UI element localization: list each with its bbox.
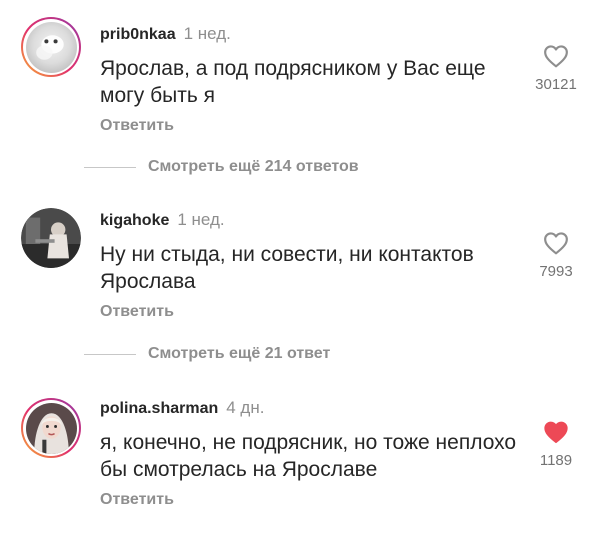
- avatar[interactable]: [21, 398, 81, 458]
- timestamp: 1 нед.: [183, 24, 231, 43]
- username[interactable]: prib0nkaa: [100, 26, 176, 43]
- comment-text: я, конечно, не подрясник, но тоже неплох…: [100, 431, 517, 481]
- reply-button[interactable]: Ответить: [100, 117, 174, 135]
- timestamp: 4 дн.: [226, 398, 265, 417]
- comment-meta: prib0nkaa 1 нед.: [100, 24, 231, 45]
- username[interactable]: polina.sharman: [100, 400, 218, 417]
- view-more-label: Смотреть ещё 214 ответов: [148, 158, 359, 175]
- divider-line: [84, 166, 136, 168]
- view-more-replies[interactable]: Смотреть ещё 21 ответ: [84, 344, 330, 364]
- like-control: 7993: [526, 231, 586, 280]
- like-control: 30121: [526, 44, 586, 93]
- avatar-photo-icon: [21, 208, 81, 268]
- heart-filled-icon[interactable]: [543, 420, 569, 444]
- avatar[interactable]: [21, 17, 81, 77]
- like-count: 1189: [539, 452, 573, 469]
- like-count: 7993: [539, 263, 573, 280]
- divider-line: [84, 353, 136, 355]
- comment-text: Ярослав, а под подрясником у Вас еще мог…: [100, 57, 486, 107]
- avatar-photo-icon: [25, 402, 77, 454]
- reply-button[interactable]: Ответить: [100, 303, 174, 321]
- username[interactable]: kigahoke: [100, 212, 169, 229]
- comment-text: Ну ни стыда, ни совести, ни контактов Яр…: [100, 243, 474, 293]
- heart-outline-icon[interactable]: [543, 44, 569, 68]
- heart-outline-icon[interactable]: [543, 231, 569, 255]
- view-more-replies[interactable]: Смотреть ещё 214 ответов: [84, 157, 359, 177]
- like-count: 30121: [535, 76, 577, 93]
- reply-button[interactable]: Ответить: [100, 491, 174, 509]
- comment-meta: kigahoke 1 нед.: [100, 210, 225, 231]
- comment-meta: polina.sharman 4 дн.: [100, 398, 264, 419]
- like-control: 1189: [526, 420, 586, 469]
- avatar[interactable]: [21, 208, 81, 268]
- view-more-label: Смотреть ещё 21 ответ: [148, 345, 331, 362]
- avatar-photo-icon: [25, 21, 77, 73]
- timestamp: 1 нед.: [177, 210, 225, 229]
